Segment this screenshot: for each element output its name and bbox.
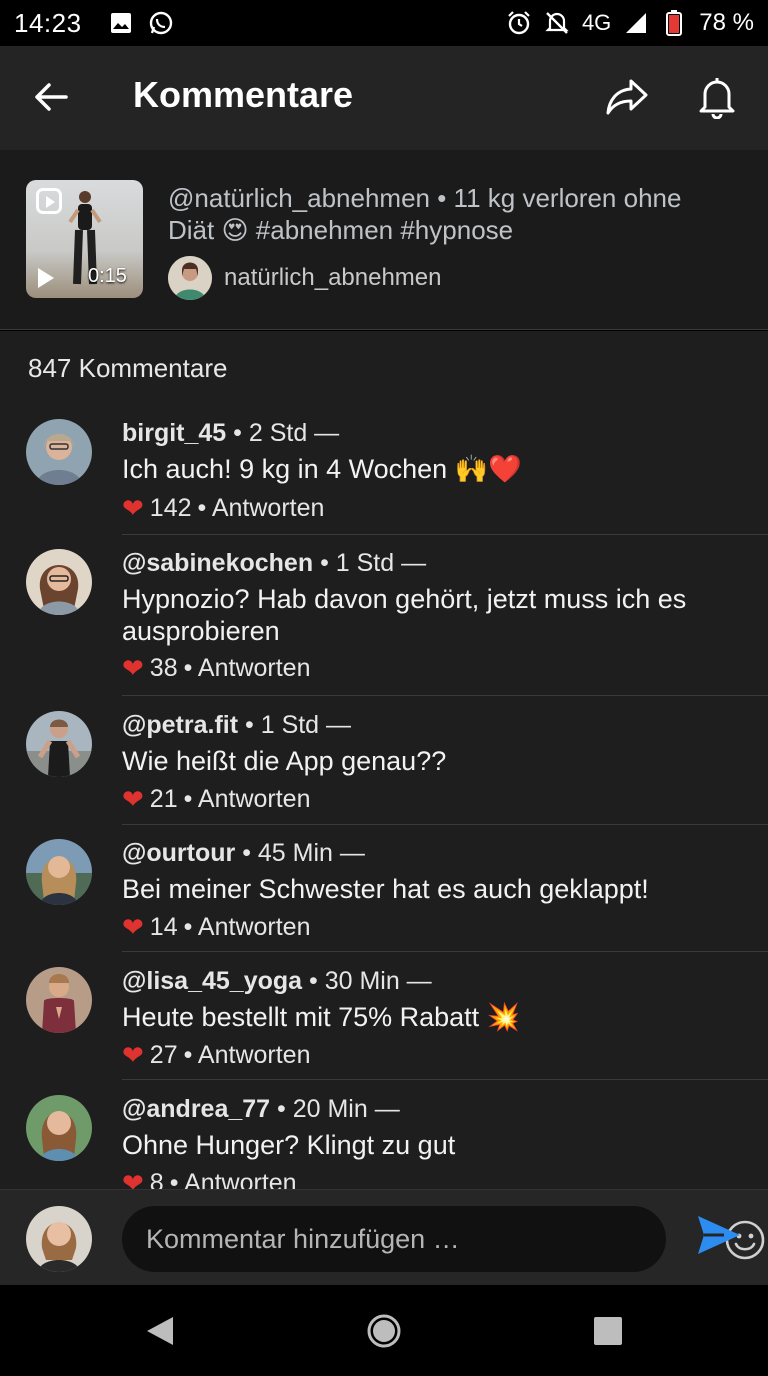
- divider: [122, 534, 768, 535]
- comment-time: • 30 Min —: [309, 967, 432, 995]
- nav-recents-button[interactable]: [590, 1313, 626, 1349]
- whatsapp-icon: [148, 10, 174, 36]
- comment-time: • 1 Std —: [245, 711, 352, 739]
- comment-username[interactable]: @sabinekochen: [122, 549, 313, 577]
- reply-button[interactable]: • Antworten: [198, 494, 325, 523]
- avatar[interactable]: [26, 1095, 92, 1161]
- back-button[interactable]: [26, 72, 76, 122]
- comment-time: • 45 Min —: [242, 839, 365, 867]
- post-author-name[interactable]: natürlich_abnehmen: [224, 264, 442, 292]
- system-navigation-bar: [0, 1285, 768, 1376]
- reply-button[interactable]: • Antworten: [184, 785, 311, 814]
- comment-text: Ich auch! 9 kg in 4 Wochen 🙌❤️: [122, 454, 522, 484]
- divider: [122, 824, 768, 825]
- page-title: Kommentare: [133, 74, 354, 115]
- comment-username[interactable]: @andrea_77: [122, 1095, 270, 1123]
- send-icon[interactable]: [694, 1210, 744, 1260]
- circle-home-icon: [367, 1314, 401, 1348]
- heart-icon[interactable]: ❤: [122, 912, 144, 943]
- comment-text: Wie heißt die App genau??: [122, 746, 447, 776]
- current-user-avatar: [26, 1206, 92, 1272]
- comment-time: • 2 Std —: [233, 419, 340, 447]
- nav-back-button[interactable]: [142, 1313, 178, 1349]
- mute-icon: [544, 10, 570, 36]
- heart-icon[interactable]: ❤: [122, 653, 144, 684]
- arrow-left-icon: [35, 83, 68, 111]
- comment-text: Ohne Hunger? Klingt zu gut: [122, 1130, 456, 1160]
- comment-time: • 1 Std —: [320, 549, 427, 577]
- comment-input[interactable]: [146, 1223, 586, 1255]
- comment-actions: ❤ 27 • Antworten: [122, 1040, 311, 1071]
- comment-time: • 20 Min —: [277, 1095, 400, 1123]
- comment-header: @sabinekochen • 1 Std —: [122, 549, 426, 578]
- battery-icon: [661, 10, 687, 36]
- comment-header: @petra.fit • 1 Std —: [122, 711, 351, 740]
- bell-icon: [699, 78, 735, 119]
- network-label: 4G: [581, 10, 612, 35]
- post-preview[interactable]: 0:15 @natürlich_abnehmen • 11 kg verlore…: [0, 150, 768, 330]
- divider: [122, 1079, 768, 1080]
- battery-percent: 78 %: [699, 9, 754, 36]
- signal-icon: [623, 10, 649, 36]
- avatar[interactable]: [26, 839, 92, 905]
- app-bar: Kommentare: [0, 46, 768, 150]
- post-caption: @natürlich_abnehmen • 11 kg verloren ohn…: [168, 183, 682, 245]
- alarm-icon: [506, 10, 532, 36]
- nav-home-button[interactable]: [366, 1313, 402, 1349]
- reply-button[interactable]: • Antworten: [184, 913, 311, 942]
- like-count: 38: [149, 654, 178, 682]
- comment-actions: ❤ 8 • Antworten: [122, 1168, 297, 1189]
- share-button[interactable]: [600, 72, 654, 122]
- heart-icon[interactable]: ❤: [122, 493, 144, 524]
- comment-username[interactable]: @lisa_45_yoga: [122, 967, 302, 995]
- comment-actions: ❤ 38 • Antworten: [122, 653, 311, 684]
- play-icon: [38, 268, 54, 288]
- comment-username[interactable]: @ourtour: [122, 839, 235, 867]
- divider: [122, 695, 768, 696]
- like-count: 14: [149, 913, 178, 941]
- reply-button[interactable]: • Antworten: [170, 1169, 297, 1189]
- comment-input-wrapper[interactable]: [122, 1206, 765, 1272]
- reel-icon: [36, 188, 62, 214]
- video-duration: 0:15: [88, 265, 127, 287]
- heart-icon[interactable]: ❤: [122, 784, 144, 815]
- like-count: 142: [149, 494, 192, 522]
- comment-text: Heute bestellt mit 75% Rabatt 💥: [122, 1002, 521, 1032]
- image-icon: [108, 10, 134, 36]
- video-thumbnail[interactable]: 0:15: [26, 180, 143, 298]
- comment-header: @ourtour • 45 Min —: [122, 839, 365, 868]
- comment-username[interactable]: birgit_45: [122, 419, 226, 447]
- comment-header: @lisa_45_yoga • 30 Min —: [122, 967, 432, 996]
- like-count: 21: [149, 785, 178, 813]
- comment-composer: [0, 1189, 768, 1285]
- comment-actions: ❤ 142 • Antworten: [122, 493, 324, 524]
- avatar[interactable]: [26, 711, 92, 777]
- avatar[interactable]: [26, 967, 92, 1033]
- comment-username[interactable]: @petra.fit: [122, 711, 238, 739]
- reply-button[interactable]: • Antworten: [184, 1041, 311, 1070]
- notification-button[interactable]: [692, 72, 742, 122]
- status-bar: 14:23 4G 78 %: [0, 0, 768, 46]
- triangle-back-icon: [147, 1317, 173, 1345]
- comment-actions: ❤ 21 • Antworten: [122, 784, 311, 815]
- comment-text: Hypnozio? Hab davon gehört, jetzt muss i…: [122, 584, 687, 646]
- comment-actions: ❤ 14 • Antworten: [122, 912, 311, 943]
- heart-icon[interactable]: ❤: [122, 1040, 144, 1071]
- status-time: 14:23: [14, 7, 82, 38]
- share-icon: [606, 79, 648, 115]
- comment-text: Bei meiner Schwester hat es auch geklapp…: [122, 874, 649, 904]
- reply-button[interactable]: • Antworten: [184, 654, 311, 683]
- like-count: 27: [149, 1041, 178, 1069]
- comments-list[interactable]: 847 Kommentare birgit_45 • 2 Std — Ich a…: [0, 331, 768, 1189]
- avatar[interactable]: [26, 419, 92, 485]
- divider: [122, 951, 768, 952]
- post-author-avatar[interactable]: [168, 256, 212, 300]
- comments-count: 847 Kommentare: [28, 353, 228, 383]
- comment-header: birgit_45 • 2 Std —: [122, 419, 339, 448]
- square-recents-icon: [594, 1317, 622, 1345]
- comment-header: @andrea_77 • 20 Min —: [122, 1095, 400, 1124]
- like-count: 8: [149, 1169, 164, 1189]
- avatar[interactable]: [26, 549, 92, 615]
- heart-icon[interactable]: ❤: [122, 1168, 144, 1189]
